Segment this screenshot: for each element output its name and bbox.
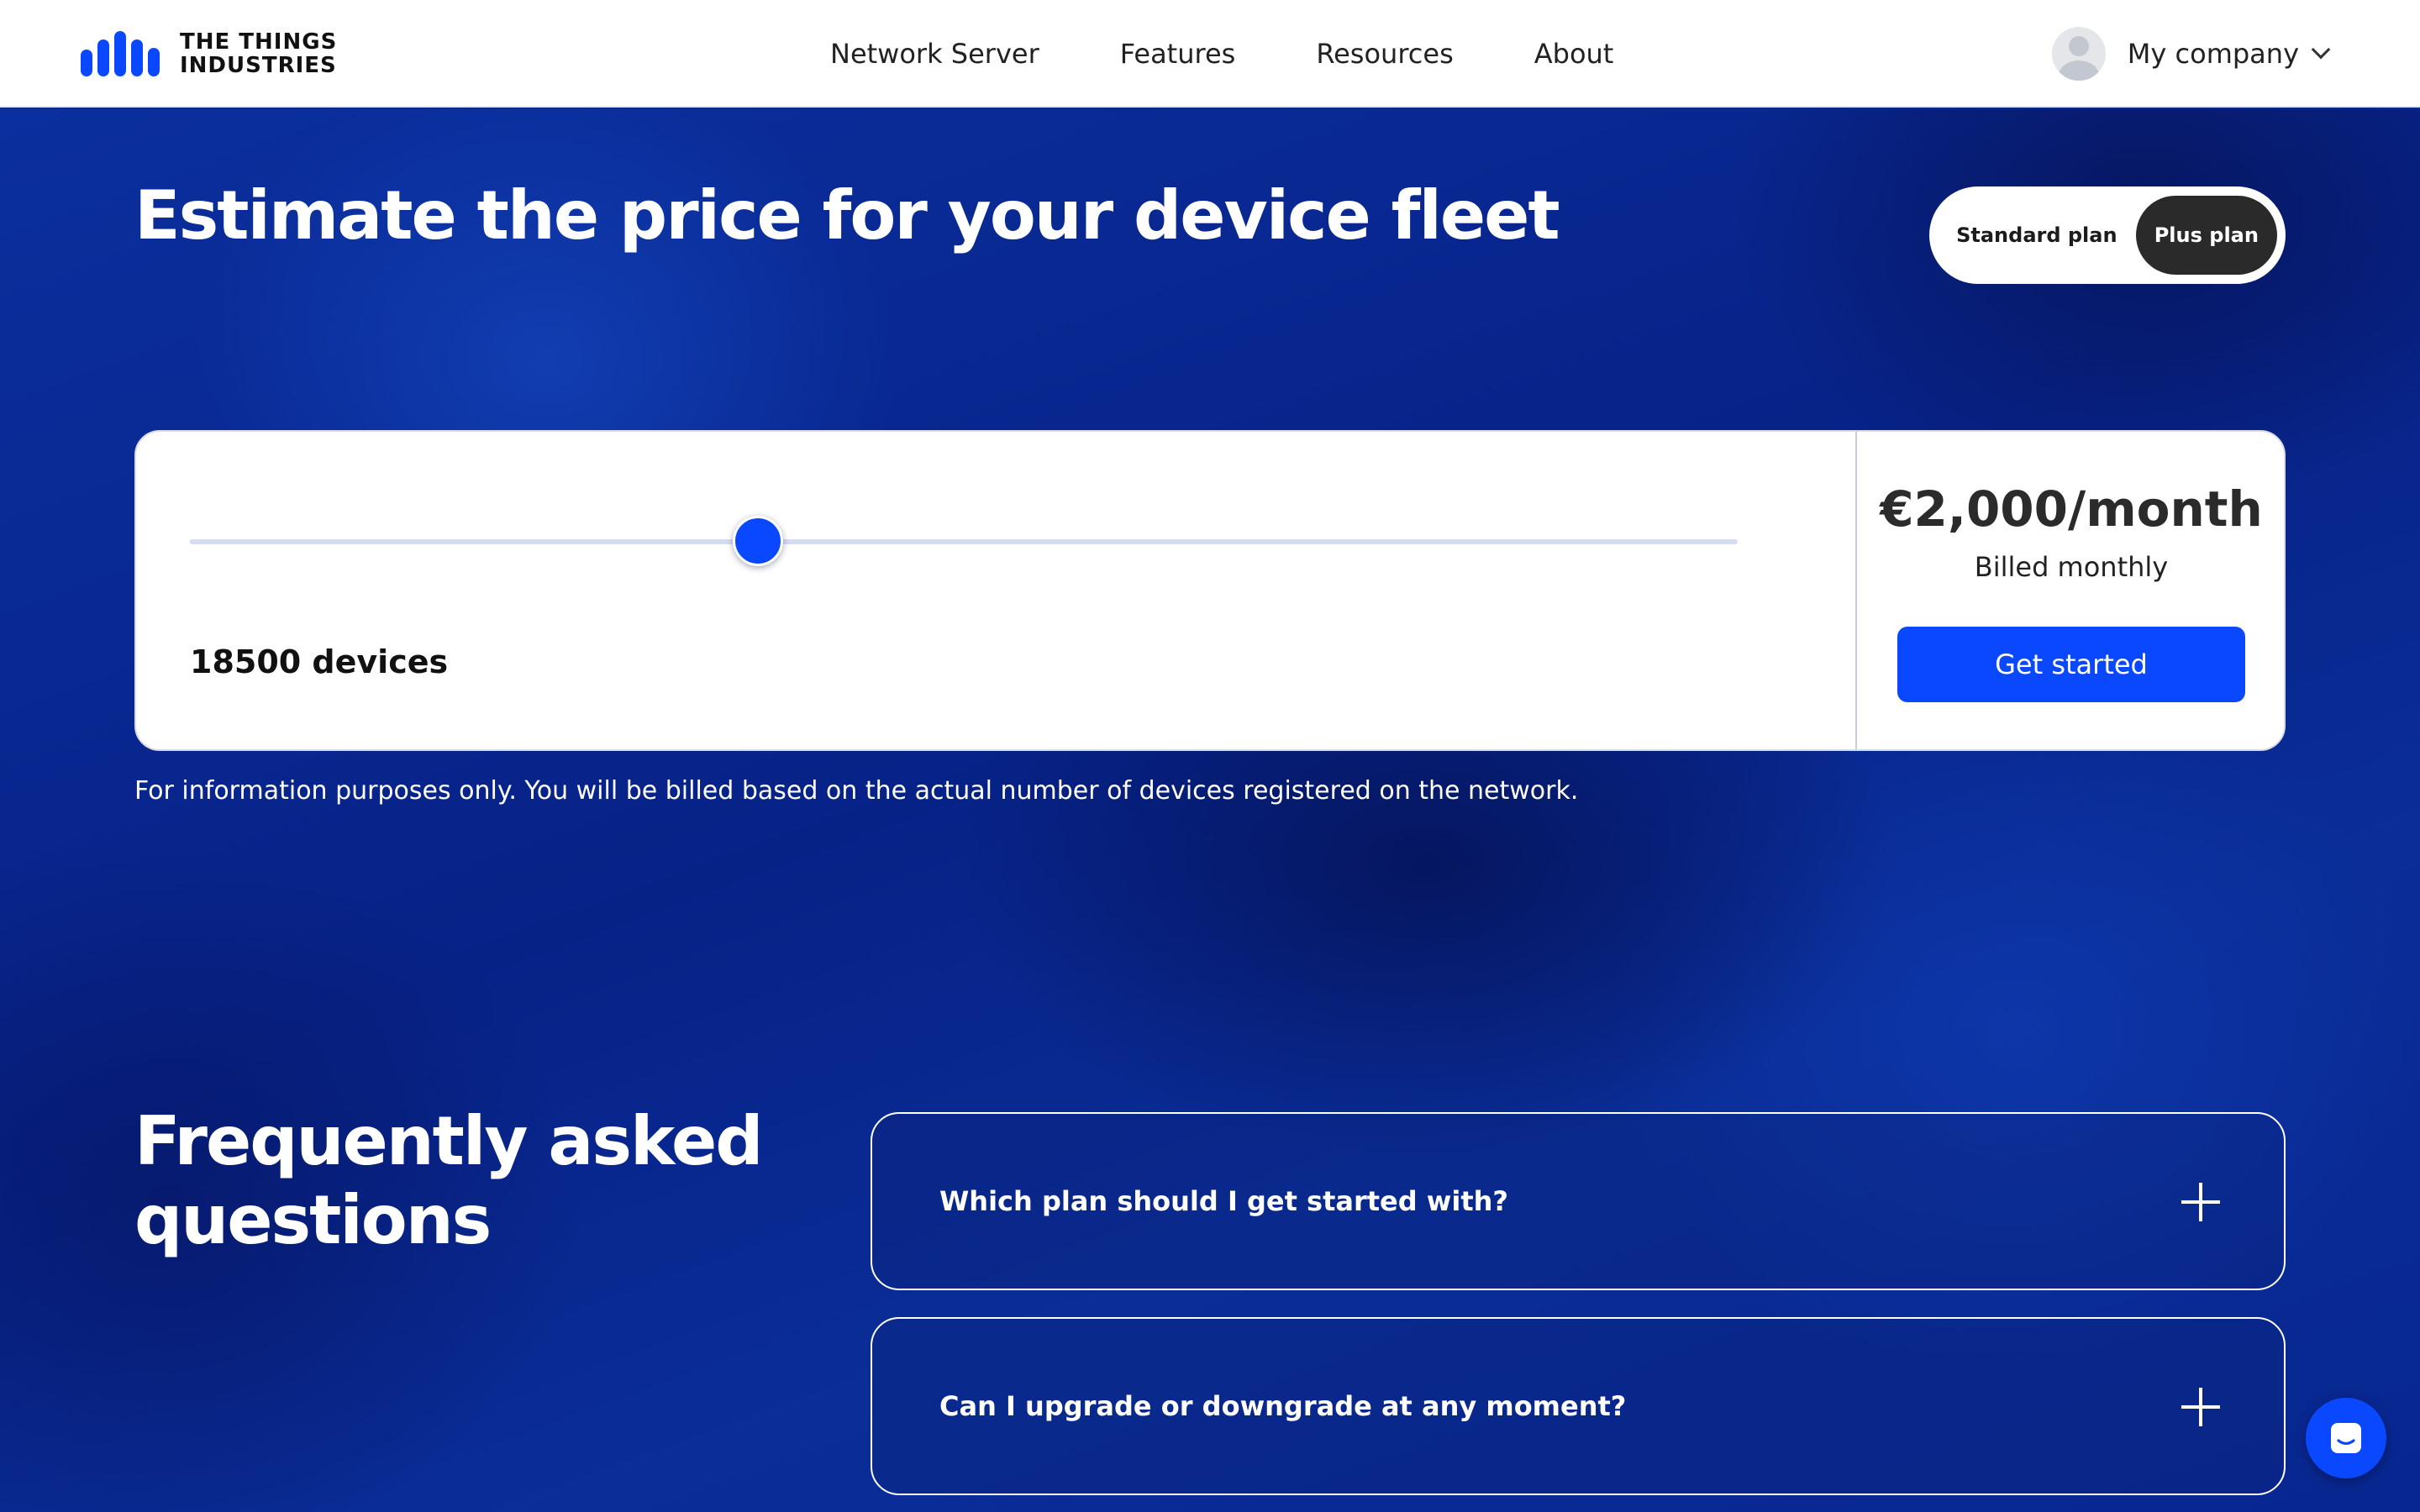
- logo-mark-icon: [81, 31, 160, 76]
- pricing-disclaimer: For information purposes only. You will …: [134, 776, 1579, 806]
- user-avatar-icon: [2051, 27, 2106, 81]
- card-divider: [1855, 432, 1857, 749]
- hero-background: [0, 109, 2420, 1512]
- page-title: Estimate the price for your device fleet: [134, 176, 1560, 255]
- account-name: My company: [2127, 38, 2299, 70]
- faq-question: Can I upgrade or downgrade at any moment…: [939, 1390, 1627, 1422]
- slider-thumb[interactable]: [733, 516, 783, 566]
- plan-toggle: Standard plan Plus plan: [1929, 186, 2286, 284]
- nav-link-resources[interactable]: Resources: [1316, 38, 1453, 70]
- logo-line-1: THE THINGS: [180, 29, 338, 55]
- plus-plan-tab[interactable]: Plus plan: [2135, 196, 2277, 275]
- plus-icon[interactable]: [2181, 1388, 2220, 1426]
- account-menu[interactable]: My company: [2051, 0, 2331, 108]
- standard-plan-tab[interactable]: Standard plan: [1938, 196, 2136, 275]
- faq-item[interactable]: Which plan should I get started with?: [871, 1112, 2286, 1290]
- monthly-price: €2,000/month: [1880, 480, 2263, 538]
- top-navbar: THE THINGS INDUSTRIES Network Server Fea…: [0, 0, 2420, 108]
- slider-fill: [190, 539, 758, 544]
- price-calculator-card: 18500 devices €2,000/month Billed monthl…: [134, 430, 2286, 751]
- nav-link-network-server[interactable]: Network Server: [830, 38, 1039, 70]
- get-started-button[interactable]: Get started: [1897, 627, 2245, 702]
- chevron-down-icon: [2311, 39, 2331, 60]
- chat-icon: [2331, 1423, 2361, 1453]
- logo-line-2: INDUSTRIES: [180, 53, 337, 78]
- device-count: 18500 devices: [190, 643, 449, 680]
- device-slider[interactable]: [190, 516, 1738, 566]
- nav-link-features[interactable]: Features: [1120, 38, 1236, 70]
- faq-item[interactable]: Can I upgrade or downgrade at any moment…: [871, 1317, 2286, 1495]
- chat-launcher-button[interactable]: [2306, 1398, 2386, 1478]
- logo-wordmark: THE THINGS INDUSTRIES: [180, 30, 337, 77]
- faq-title: Frequently asked questions: [134, 1102, 764, 1259]
- company-logo[interactable]: THE THINGS INDUSTRIES: [81, 30, 337, 77]
- plus-icon[interactable]: [2181, 1183, 2220, 1221]
- billing-period: Billed monthly: [1974, 551, 2169, 583]
- main-nav: Network Server Features Resources About: [830, 0, 1613, 108]
- faq-question: Which plan should I get started with?: [939, 1185, 1508, 1217]
- nav-link-about[interactable]: About: [1534, 38, 1614, 70]
